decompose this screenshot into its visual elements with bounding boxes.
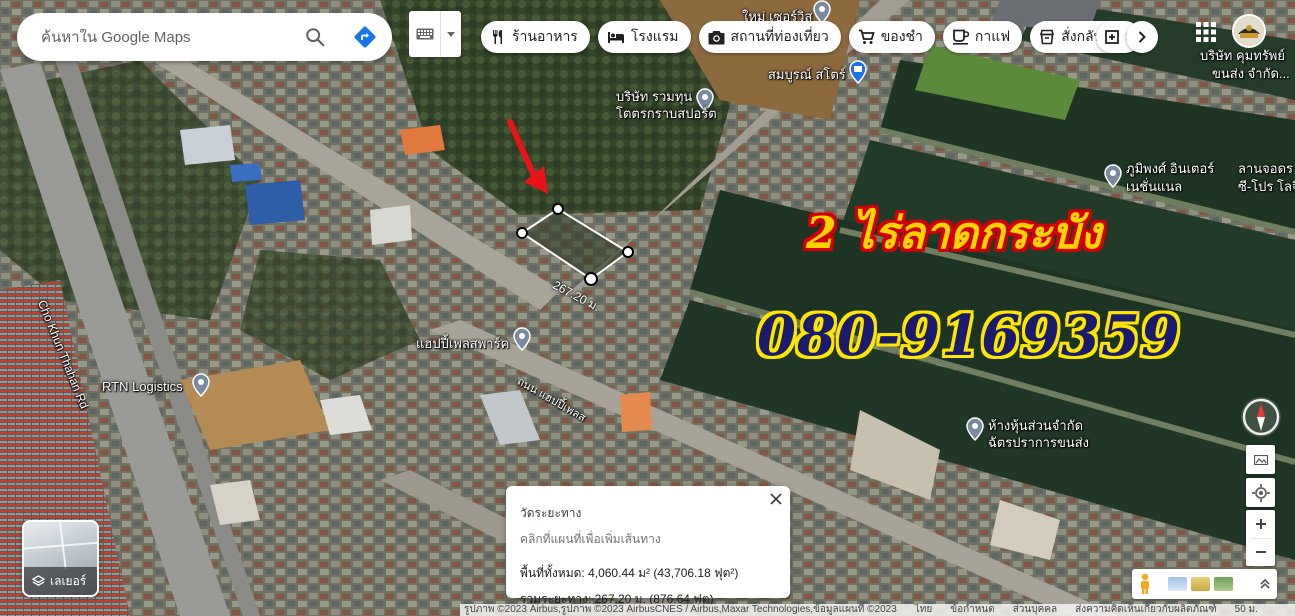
terms-link[interactable]: ข้อกำหนด	[950, 604, 994, 616]
layers-icon	[32, 574, 45, 586]
plus-icon	[1255, 518, 1266, 529]
chip-attractions[interactable]: สถานที่ท่องเที่ยว	[698, 21, 841, 53]
pegman-icon[interactable]	[1138, 573, 1152, 595]
thumb-terrain[interactable]	[1168, 577, 1187, 591]
measure-distance-panel: วัดระยะทาง คลิกที่แผนที่เพื่อเพิ่มเส้นทา…	[506, 486, 790, 606]
avatar-image	[1234, 16, 1264, 46]
chip-hotel[interactable]: โรงแรม	[597, 21, 691, 53]
layers-label: เลเยอร์	[50, 573, 87, 588]
privacy-link[interactable]: ส่วนบุคคล	[1013, 604, 1057, 616]
my-location-button[interactable]	[1246, 478, 1275, 507]
directions-button[interactable]	[348, 20, 382, 54]
zoom-control	[1246, 510, 1275, 566]
pharmacy-icon	[1105, 30, 1119, 44]
chip-more-partial[interactable]	[1096, 21, 1126, 53]
map-pin-icon[interactable]	[192, 373, 210, 397]
street-view-button[interactable]	[1246, 445, 1275, 474]
close-measure-button[interactable]	[766, 489, 786, 509]
category-chips: ร้านอาหาร โรงแรม สถานที่ท่องเที่ยว ของชำ…	[481, 21, 1141, 53]
overlay-headline: 2 ไร่ลาดกระบัง	[806, 208, 1102, 259]
restaurant-icon	[493, 30, 502, 44]
map-label[interactable]: ขนส่ง จำกัด...	[1212, 63, 1290, 84]
map-label[interactable]: ฉัตรปราการขนส่ง	[988, 432, 1089, 453]
search-box	[17, 13, 392, 61]
country-link[interactable]: ไทย	[915, 604, 932, 616]
thumb-satellite[interactable]	[1214, 577, 1233, 591]
overlay-phone: 080-9169359	[757, 303, 1181, 369]
shop-pin-icon[interactable]	[849, 60, 867, 84]
chip-partial-wrap	[1096, 21, 1126, 53]
apps-grid-icon[interactable]	[1194, 20, 1218, 44]
camera-icon	[708, 30, 724, 44]
chip-groceries[interactable]: ของชำ	[848, 21, 935, 53]
cart-icon	[858, 29, 875, 44]
directions-icon	[354, 26, 376, 48]
coffee-icon	[952, 29, 969, 45]
account-avatar[interactable]	[1232, 14, 1266, 48]
map-label[interactable]: RTN Logistics	[102, 379, 183, 394]
keyboard-menu-arrow[interactable]	[441, 11, 461, 57]
search-input[interactable]	[41, 28, 291, 46]
chip-restaurant[interactable]: ร้านอาหาร	[481, 21, 590, 53]
measure-vertex	[622, 246, 634, 258]
chip-label: กาแฟ	[974, 28, 1011, 44]
measure-area: พื้นที่ทั้งหมด: 4,060.44 ม² (43,706.18 ฟ…	[520, 566, 739, 580]
measure-vertex	[552, 203, 564, 215]
feedback-link[interactable]: ส่งความคิดเห็นเกี่ยวกับผลิตภัณฑ์	[1075, 604, 1217, 616]
my-location-icon	[1251, 483, 1270, 502]
measure-hint: คลิกที่แผนที่เพื่อเพิ่มเส้นทาง	[520, 532, 661, 546]
chip-label: ของชำ	[880, 28, 923, 44]
bottom-toolbar	[1132, 569, 1277, 599]
chip-label: ร้านอาหาร	[512, 28, 578, 44]
takeout-icon	[1040, 29, 1055, 45]
chevron-right-icon	[1138, 31, 1146, 43]
map-label[interactable]: โตตรกราบสปอร์ต	[616, 103, 717, 124]
chevron-up-icon[interactable]	[1259, 578, 1271, 590]
attribution-footer: รูปภาพ ©2023 Airbus,รูปภาพ ©2023 AirbusC…	[460, 604, 1295, 616]
map-pin-icon[interactable]	[966, 417, 984, 441]
measure-vertex	[516, 227, 528, 239]
map-label[interactable]: สมบูรณ์ สโตร์	[768, 64, 846, 85]
measure-vertex	[584, 272, 598, 286]
map-pin-icon[interactable]	[1104, 164, 1122, 188]
chevron-down-icon	[447, 31, 455, 37]
layers-caption: เลเยอร์	[24, 567, 97, 595]
measure-title: วัดระยะทาง	[520, 506, 582, 520]
search-icon	[306, 28, 325, 47]
map-label[interactable]: ซี-โปร โลจิ	[1238, 176, 1295, 197]
scale-label[interactable]: 50 ม.	[1235, 604, 1258, 616]
layers-button[interactable]: เลเยอร์	[22, 520, 99, 597]
map-label[interactable]: เนชั่นแนล	[1126, 176, 1182, 197]
zoom-in-button[interactable]	[1246, 510, 1275, 538]
photos-icon	[1253, 454, 1268, 465]
search-button[interactable]	[298, 20, 332, 54]
map-pin-icon[interactable]	[513, 327, 531, 351]
thumb-traffic[interactable]	[1191, 577, 1210, 591]
chip-coffee[interactable]: กาแฟ	[942, 21, 1023, 53]
keyboard-icon	[416, 28, 433, 40]
close-icon	[770, 493, 782, 505]
minus-icon	[1255, 551, 1266, 554]
compass-icon[interactable]	[1241, 397, 1281, 437]
chip-label: โรงแรม	[630, 28, 679, 44]
chip-label: สถานที่ท่องเที่ยว	[730, 28, 829, 44]
map-label[interactable]: แฮปปี้เพลสพาร์ค	[416, 333, 509, 354]
hotel-icon	[607, 32, 624, 43]
keyboard-button[interactable]	[409, 11, 461, 57]
chips-next-button[interactable]	[1126, 21, 1158, 53]
imagery-credits: รูปภาพ ©2023 Airbus,รูปภาพ ©2023 AirbusC…	[464, 604, 897, 615]
zoom-out-button[interactable]	[1246, 539, 1275, 567]
